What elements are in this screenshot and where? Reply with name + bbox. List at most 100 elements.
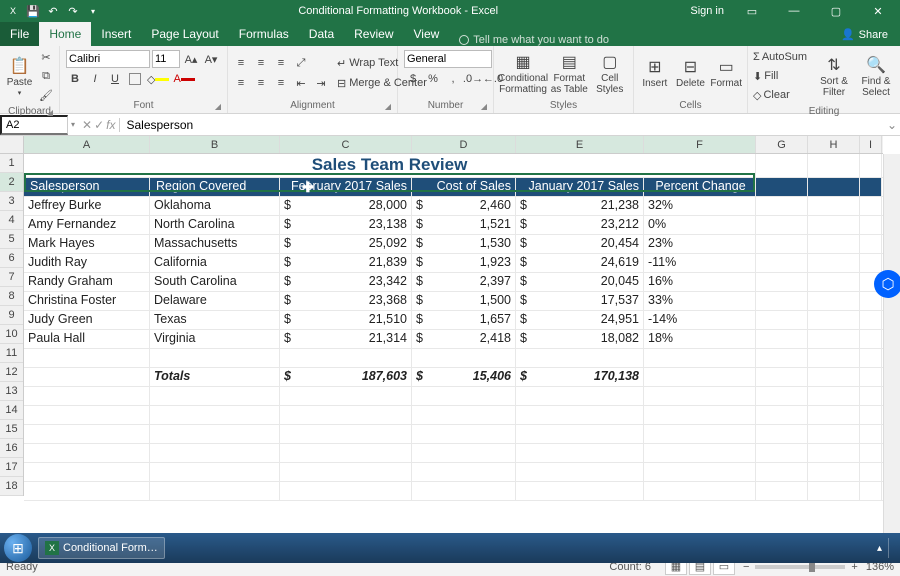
fill-color-button[interactable]: ◇	[146, 70, 170, 88]
cell[interactable]: South Carolina	[150, 273, 280, 291]
tab-insert[interactable]: Insert	[91, 22, 141, 46]
undo-icon[interactable]: ↶	[46, 4, 60, 18]
delete-cells-button[interactable]: ⊟Delete	[674, 49, 708, 97]
column-header[interactable]: A	[24, 136, 150, 153]
align-center-button[interactable]: ≡	[252, 74, 270, 92]
clear-button[interactable]: ◇Clear	[752, 86, 812, 104]
format-painter-button[interactable]: 🖌	[37, 86, 55, 104]
cell[interactable]	[808, 216, 860, 234]
cell[interactable]	[516, 482, 644, 500]
expand-formula-bar-icon[interactable]: ⌄	[884, 118, 900, 132]
tray-chevron-icon[interactable]: ▴	[877, 543, 882, 554]
column-header[interactable]: G	[756, 136, 808, 153]
cell[interactable]: $1,530	[412, 235, 516, 253]
row-header[interactable]: 11	[0, 344, 23, 363]
save-icon[interactable]: 💾	[26, 4, 40, 18]
dialog-launcher-icon[interactable]: ◢	[481, 102, 487, 111]
cell[interactable]	[808, 311, 860, 329]
cell[interactable]	[860, 406, 882, 424]
tab-view[interactable]: View	[404, 22, 450, 46]
increase-decimal-button[interactable]: .0→	[464, 70, 482, 88]
cell[interactable]	[150, 406, 280, 424]
select-all-corner[interactable]	[0, 136, 24, 154]
cell[interactable]	[516, 406, 644, 424]
cell[interactable]	[808, 154, 860, 177]
row-header[interactable]: 13	[0, 382, 23, 401]
insert-cells-button[interactable]: ⊞Insert	[638, 49, 672, 97]
cell[interactable]: 32%	[644, 197, 756, 215]
cell[interactable]: Massachusetts	[150, 235, 280, 253]
column-header[interactable]: H	[808, 136, 860, 153]
cell[interactable]	[644, 349, 756, 367]
redo-icon[interactable]: ↷	[66, 4, 80, 18]
cell[interactable]	[644, 425, 756, 443]
cell[interactable]	[412, 463, 516, 481]
cell[interactable]	[280, 425, 412, 443]
maximize-button[interactable]: ▢	[822, 5, 850, 18]
cell[interactable]: $24,619	[516, 254, 644, 272]
cell[interactable]	[860, 197, 882, 215]
cell[interactable]	[808, 330, 860, 348]
cell[interactable]	[756, 178, 808, 196]
cell[interactable]: $1,657	[412, 311, 516, 329]
cell[interactable]: $23,368	[280, 292, 412, 310]
row-header[interactable]: 9	[0, 306, 23, 325]
orientation-button[interactable]: ⤢	[292, 54, 310, 72]
cell[interactable]	[756, 330, 808, 348]
cell[interactable]	[860, 368, 882, 386]
cell[interactable]	[808, 197, 860, 215]
cell[interactable]	[412, 387, 516, 405]
cell[interactable]: $187,603	[280, 368, 412, 386]
cell[interactable]: Delaware	[150, 292, 280, 310]
cell[interactable]	[860, 349, 882, 367]
cell[interactable]	[756, 387, 808, 405]
sort-filter-button[interactable]: ⇅Sort & Filter	[814, 52, 854, 100]
cell[interactable]	[756, 254, 808, 272]
row-header[interactable]: 12	[0, 363, 23, 382]
cell[interactable]	[756, 235, 808, 253]
cell[interactable]	[756, 368, 808, 386]
cell[interactable]	[756, 311, 808, 329]
dialog-launcher-icon[interactable]: ◢	[215, 102, 221, 111]
cell[interactable]	[24, 444, 150, 462]
cell[interactable]: 0%	[644, 216, 756, 234]
spreadsheet-grid[interactable]: ABCDEFGHI 123456789101112131415161718 Sa…	[0, 136, 900, 536]
tab-review[interactable]: Review	[344, 22, 403, 46]
cell[interactable]: $18,082	[516, 330, 644, 348]
cell[interactable]	[24, 425, 150, 443]
tab-page-layout[interactable]: Page Layout	[141, 22, 228, 46]
cell[interactable]: -11%	[644, 254, 756, 272]
cell[interactable]	[860, 444, 882, 462]
row-header[interactable]: 15	[0, 420, 23, 439]
cell[interactable]: $24,951	[516, 311, 644, 329]
fx-icon[interactable]: fx	[106, 118, 115, 132]
cell[interactable]: $23,138	[280, 216, 412, 234]
cell[interactable]	[808, 425, 860, 443]
cell[interactable]: $17,537	[516, 292, 644, 310]
zoom-slider[interactable]	[755, 565, 845, 569]
cell[interactable]: Jeffrey Burke	[24, 197, 150, 215]
align-right-button[interactable]: ≡	[272, 74, 290, 92]
cell[interactable]: Texas	[150, 311, 280, 329]
cell[interactable]	[860, 330, 882, 348]
qat-more-icon[interactable]: ▾	[86, 4, 100, 18]
cell[interactable]	[644, 444, 756, 462]
row-header[interactable]: 14	[0, 401, 23, 420]
cell[interactable]: $28,000	[280, 197, 412, 215]
cell[interactable]: Judith Ray	[24, 254, 150, 272]
cell[interactable]	[808, 178, 860, 196]
column-header[interactable]: I	[860, 136, 882, 153]
cell-styles-button[interactable]: ▢Cell Styles	[591, 49, 629, 97]
row-header[interactable]: 18	[0, 477, 23, 496]
cell[interactable]	[808, 387, 860, 405]
font-color-button[interactable]: A	[172, 70, 195, 88]
row-header[interactable]: 10	[0, 325, 23, 344]
conditional-formatting-button[interactable]: ▦Conditional Formatting	[498, 49, 548, 97]
cell[interactable]	[808, 368, 860, 386]
cell[interactable]	[644, 406, 756, 424]
cell[interactable]: Mark Hayes	[24, 235, 150, 253]
column-header[interactable]: B	[150, 136, 280, 153]
cell[interactable]: Paula Hall	[24, 330, 150, 348]
cell[interactable]	[24, 349, 150, 367]
cell[interactable]	[644, 368, 756, 386]
